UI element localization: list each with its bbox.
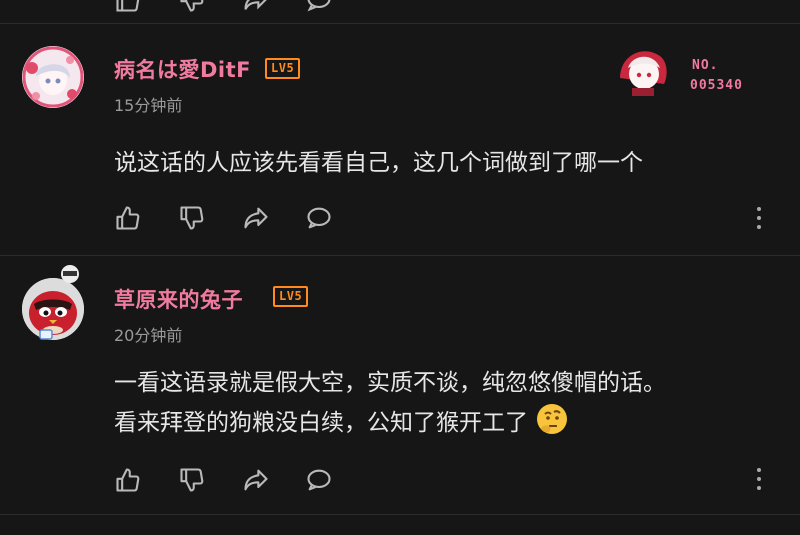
nameplate-label: NO. [692,58,719,73]
dislike-icon[interactable] [178,0,206,14]
comment-line: 一看这语录就是假大空，实质不谈，纯忽悠傻帽的话。 [114,370,666,396]
reply-icon [307,469,331,491]
dislike-button[interactable] [176,464,208,496]
thinking-face-emoji [537,404,568,434]
level-badge: LV5 [273,286,309,307]
comment-text: 一看这语录就是假大空，实质不谈，纯忽悠傻帽的话。 看来拜登的狗粮没白续，公知了猴… [114,364,666,440]
more-options-icon [757,207,761,211]
avatar[interactable] [22,265,84,340]
more-options-button[interactable] [754,207,764,233]
dislike-button[interactable] [176,202,208,234]
share-button[interactable] [240,202,272,234]
share-button[interactable] [240,464,272,496]
comment-item: 病名は愛DitF LV5 15分钟前 NO. 005340 说这话的人应该先看看… [0,24,800,256]
comment-line: 看来拜登的狗粮没白续，公知了猴开工了 [114,410,528,436]
reply-button[interactable] [303,202,335,234]
share-icon [244,469,268,491]
like-button[interactable] [112,464,144,496]
divider [0,514,800,515]
more-options-button[interactable] [754,468,764,494]
like-icon [116,468,140,492]
like-icon[interactable] [114,0,142,14]
dislike-icon [180,468,204,492]
avatar[interactable] [22,46,84,108]
previous-comment-actions [0,0,800,22]
level-badge: LV5 [265,58,301,79]
fan-nameplate[interactable]: NO. 005340 [612,38,772,100]
nameplate-number: 005340 [690,78,743,93]
comment-text: 说这话的人应该先看看自己，这几个词做到了哪一个 [114,144,643,182]
reply-icon[interactable] [305,0,333,14]
reply-icon [307,207,331,229]
share-icon[interactable] [242,0,270,14]
share-icon [244,207,268,229]
timestamp: 15分钟前 [114,96,183,115]
reply-button[interactable] [303,464,335,496]
dislike-icon [180,206,204,230]
comment-line-with-emoji: 看来拜登的狗粮没白续，公知了猴开工了 [114,402,666,440]
nameplate-character-icon [620,51,667,96]
more-options-icon [757,468,761,472]
like-button[interactable] [112,202,144,234]
comment-line: 说这话的人应该先看看自己，这几个词做到了哪一个 [114,150,643,176]
comment-item: 草原来的兔子 LV5 20分钟前 一看这语录就是假大空，实质不谈，纯忽悠傻帽的话… [0,256,800,516]
username[interactable]: 病名は愛DitF [114,54,251,84]
like-icon [116,206,140,230]
username[interactable]: 草原来的兔子 [114,284,243,314]
timestamp: 20分钟前 [114,326,183,345]
